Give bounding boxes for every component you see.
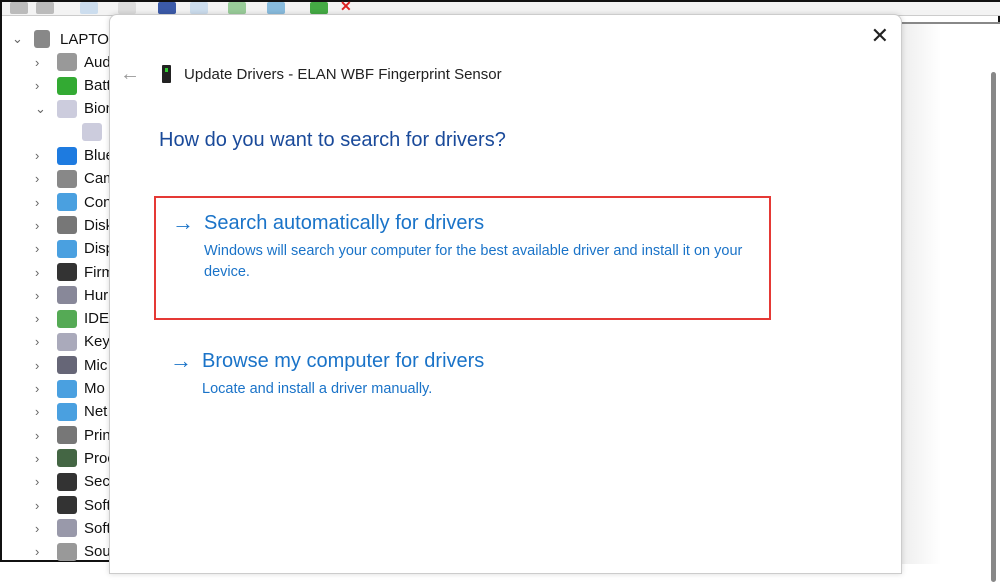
chevron-right-icon[interactable]: › bbox=[35, 381, 39, 396]
chevron-right-icon[interactable]: › bbox=[35, 55, 39, 70]
device-category-icon bbox=[57, 263, 77, 281]
chevron-right-icon[interactable]: › bbox=[35, 544, 39, 559]
back-nav-icon[interactable] bbox=[10, 2, 28, 14]
browse-computer-option[interactable]: → Browse my computer for drivers Locate … bbox=[154, 341, 771, 421]
chevron-right-icon[interactable]: › bbox=[35, 521, 39, 536]
device-category-icon bbox=[57, 239, 77, 258]
update-driver-icon[interactable] bbox=[228, 2, 246, 14]
forward-nav-icon[interactable] bbox=[36, 2, 54, 14]
chevron-right-icon[interactable]: › bbox=[35, 241, 39, 256]
tree-item-label: Net bbox=[84, 403, 108, 421]
help-icon[interactable] bbox=[158, 2, 176, 14]
chevron-right-icon[interactable]: › bbox=[35, 404, 39, 419]
device-category-icon bbox=[57, 519, 77, 538]
tree-item-label: Hur bbox=[84, 286, 109, 304]
dialog-title: Update Drivers - ELAN WBF Fingerprint Se… bbox=[184, 66, 502, 83]
chevron-right-icon[interactable]: › bbox=[35, 474, 39, 489]
device-category-icon bbox=[57, 496, 77, 514]
tree-item-label: Aud bbox=[84, 53, 111, 71]
close-button[interactable]: ✕ bbox=[871, 23, 889, 49]
tree-item-label: Soft bbox=[84, 519, 111, 537]
tree-item-label: Mic bbox=[84, 356, 108, 374]
device-category-icon bbox=[57, 472, 77, 491]
properties-icon[interactable] bbox=[80, 2, 98, 14]
dialog-question: How do you want to search for drivers? bbox=[159, 129, 506, 151]
chevron-right-icon[interactable]: › bbox=[35, 78, 39, 93]
chevron-right-icon[interactable]: › bbox=[35, 498, 39, 513]
device-category-icon bbox=[57, 286, 77, 305]
tree-item-label: IDE bbox=[84, 310, 110, 328]
monitor-icon[interactable] bbox=[118, 2, 136, 14]
tree-item-label: Sou bbox=[84, 543, 111, 561]
tree-item-label: Prin bbox=[84, 426, 111, 444]
chevron-right-icon[interactable]: › bbox=[35, 358, 39, 373]
chevron-right-icon[interactable]: › bbox=[35, 334, 39, 349]
device-category-icon bbox=[57, 53, 77, 72]
arrow-right-icon: → bbox=[172, 210, 194, 235]
tree-item-label: Batt bbox=[84, 77, 111, 95]
tree-item-label: Key bbox=[84, 333, 110, 351]
device-category-icon bbox=[57, 542, 77, 561]
option-desc: Locate and install a driver manually. bbox=[202, 381, 433, 397]
background-pane bbox=[902, 22, 1000, 582]
device-category-icon bbox=[57, 146, 77, 165]
device-category-icon bbox=[57, 309, 77, 328]
chevron-down-icon[interactable]: ⌄ bbox=[12, 31, 23, 47]
tree-item-label: Con bbox=[84, 193, 112, 211]
chevron-right-icon[interactable]: › bbox=[35, 148, 39, 163]
chevron-right-icon[interactable]: › bbox=[35, 311, 39, 326]
device-category-icon bbox=[57, 449, 77, 468]
back-arrow-icon[interactable]: ← bbox=[120, 63, 140, 86]
chevron-right-icon[interactable]: › bbox=[35, 451, 39, 466]
chevron-right-icon[interactable]: › bbox=[35, 265, 39, 280]
option-title: Browse my computer for drivers bbox=[202, 350, 485, 372]
device-category-icon bbox=[57, 379, 77, 398]
device-category-icon bbox=[57, 169, 77, 188]
chevron-right-icon[interactable]: › bbox=[35, 195, 39, 210]
chevron-right-icon[interactable]: › bbox=[35, 288, 39, 303]
option-title: Search automatically for drivers bbox=[204, 212, 485, 234]
view-icon[interactable] bbox=[190, 2, 208, 14]
device-category-icon bbox=[57, 332, 77, 351]
fingerprint-icon bbox=[82, 123, 102, 142]
arrow-right-icon: → bbox=[170, 348, 192, 373]
tree-item-label: Mo bbox=[84, 380, 105, 397]
search-automatically-option[interactable]: → Search automatically for drivers Windo… bbox=[154, 196, 771, 320]
update-drivers-dialog: ✕ ← Update Drivers - ELAN WBF Fingerprin… bbox=[109, 14, 902, 574]
option-desc: Windows will search your computer for th… bbox=[204, 243, 743, 280]
device-icon bbox=[162, 65, 171, 83]
device-category-icon bbox=[57, 193, 77, 212]
scan-hardware-icon[interactable] bbox=[267, 2, 285, 14]
device-category-icon bbox=[57, 356, 77, 375]
device-category-icon bbox=[57, 76, 77, 95]
chevron-right-icon[interactable]: › bbox=[35, 171, 39, 186]
computer-icon bbox=[34, 30, 50, 48]
chevron-right-icon[interactable]: › bbox=[35, 428, 39, 443]
chevron-down-icon[interactable]: ⌄ bbox=[35, 101, 46, 117]
uninstall-icon[interactable]: ✕ bbox=[340, 0, 358, 14]
enable-device-icon[interactable] bbox=[310, 2, 328, 14]
tree-item-label: Soft bbox=[84, 496, 111, 514]
device-category-icon bbox=[57, 216, 77, 235]
device-category-icon bbox=[57, 402, 77, 421]
scrollbar[interactable] bbox=[991, 72, 996, 582]
chevron-right-icon[interactable]: › bbox=[35, 218, 39, 233]
device-category-icon bbox=[57, 99, 77, 118]
device-category-icon bbox=[57, 426, 77, 445]
